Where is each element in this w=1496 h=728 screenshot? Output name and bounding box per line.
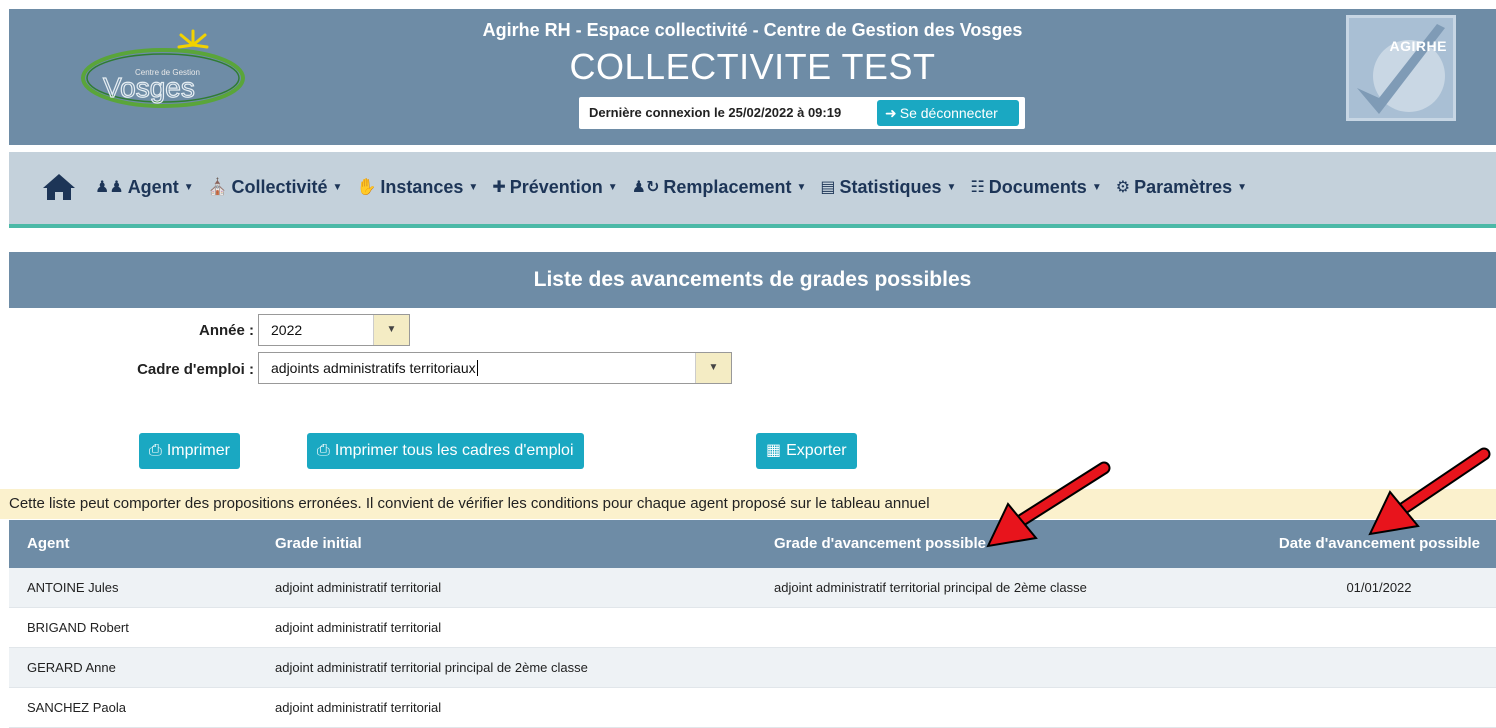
chevron-down-icon[interactable]: ▼ bbox=[373, 315, 409, 345]
page-header-title: COLLECTIVITE TEST bbox=[569, 46, 936, 87]
table-row[interactable]: GERARD Anne adjoint administratif territ… bbox=[9, 648, 1496, 688]
user-swap-icon: ♟↻ bbox=[631, 179, 660, 196]
nav-item-statistiques[interactable]: ▤ Statistiques ▼ bbox=[820, 177, 956, 198]
warning-banner: Cette liste peut comporter des propositi… bbox=[0, 489, 1496, 519]
print-icon: ⎙ bbox=[149, 442, 162, 459]
first-aid-icon: ✚ bbox=[492, 179, 506, 196]
document-icon: ☷ bbox=[970, 179, 985, 196]
users-icon: ♟♟ bbox=[95, 179, 124, 196]
col-grade-initial[interactable]: Grade initial bbox=[275, 520, 362, 568]
main-nav: ♟♟ Agent ▼ ⛪ Collectivité ▼ ✋ Instances ▼ ✚… bbox=[9, 152, 1496, 228]
table-header: Agent Grade initial Grade d'avancement p… bbox=[9, 520, 1496, 568]
agirhe-logo: AGIRHE bbox=[1346, 15, 1456, 121]
excel-file-icon: ▦ bbox=[766, 442, 782, 459]
advancement-table: Agent Grade initial Grade d'avancement p… bbox=[9, 520, 1496, 728]
year-select[interactable]: 2022 ▼ bbox=[258, 314, 410, 346]
cadre-select[interactable]: adjoints administratifs territoriaux ▼ bbox=[258, 352, 732, 384]
caret-down-icon: ▼ bbox=[468, 181, 479, 193]
agirhe-logo-mark bbox=[1357, 24, 1445, 114]
home-icon[interactable] bbox=[41, 172, 77, 202]
last-login-text: Dernière connexion le 25/02/2022 à 09:19 bbox=[589, 105, 842, 120]
building-icon: ⛪ bbox=[207, 179, 228, 196]
chevron-down-icon[interactable]: ▼ bbox=[695, 353, 731, 383]
logout-button[interactable]: ➜ Se déconnecter bbox=[877, 100, 1019, 126]
print-button[interactable]: ⎙ Imprimer bbox=[139, 433, 240, 469]
connection-box: Dernière connexion le 25/02/2022 à 09:19… bbox=[579, 97, 1025, 129]
print-all-button[interactable]: ⎙ Imprimer tous les cadres d'emploi bbox=[307, 433, 584, 469]
caret-down-icon: ▼ bbox=[607, 181, 618, 193]
nav-item-agent[interactable]: ♟♟ Agent ▼ bbox=[95, 177, 194, 198]
caret-down-icon: ▼ bbox=[796, 181, 807, 193]
nav-item-prevention[interactable]: ✚ Prévention ▼ bbox=[492, 177, 617, 198]
app-header: Centre de Gestion Vosges Agirhe RH - Esp… bbox=[9, 9, 1496, 145]
page-title: Liste des avancements de grades possible… bbox=[9, 252, 1496, 308]
sign-out-icon: ➜ bbox=[885, 105, 897, 121]
export-button[interactable]: ▦ Exporter bbox=[756, 433, 857, 469]
caret-down-icon: ▼ bbox=[1091, 181, 1102, 193]
cadre-label: Cadre d'emploi : bbox=[137, 361, 254, 378]
print-icon: ⎙ bbox=[317, 442, 330, 459]
caret-down-icon: ▼ bbox=[332, 181, 343, 193]
col-agent[interactable]: Agent bbox=[27, 520, 70, 568]
nav-item-collectivite[interactable]: ⛪ Collectivité ▼ bbox=[208, 177, 343, 198]
year-label: Année : bbox=[198, 322, 254, 339]
table-row[interactable]: ANTOINE Jules adjoint administratif terr… bbox=[9, 568, 1496, 608]
nav-item-instances[interactable]: ✋ Instances ▼ bbox=[356, 177, 478, 198]
table-row[interactable]: SANCHEZ Paola adjoint administratif terr… bbox=[9, 688, 1496, 728]
nav-item-documents[interactable]: ☷ Documents ▼ bbox=[970, 177, 1101, 198]
caret-down-icon: ▼ bbox=[183, 181, 194, 193]
table-row[interactable]: BRIGAND Robert adjoint administratif ter… bbox=[9, 608, 1496, 648]
col-date-avancement[interactable]: Date d'avancement possible bbox=[1279, 520, 1480, 568]
header-subtitle: Agirhe RH - Espace collectivité - Centre… bbox=[482, 20, 1023, 40]
bar-chart-icon: ▤ bbox=[820, 179, 836, 196]
caret-down-icon: ▼ bbox=[946, 181, 957, 193]
col-grade-avancement[interactable]: Grade d'avancement possible bbox=[774, 520, 986, 568]
gears-icon: ⚙ bbox=[1115, 179, 1131, 196]
caret-down-icon: ▼ bbox=[1237, 181, 1248, 193]
handshake-icon: ✋ bbox=[356, 179, 377, 196]
nav-item-remplacement[interactable]: ♟↻ Remplacement ▼ bbox=[632, 177, 807, 198]
nav-item-parametres[interactable]: ⚙ Paramètres ▼ bbox=[1116, 177, 1247, 198]
